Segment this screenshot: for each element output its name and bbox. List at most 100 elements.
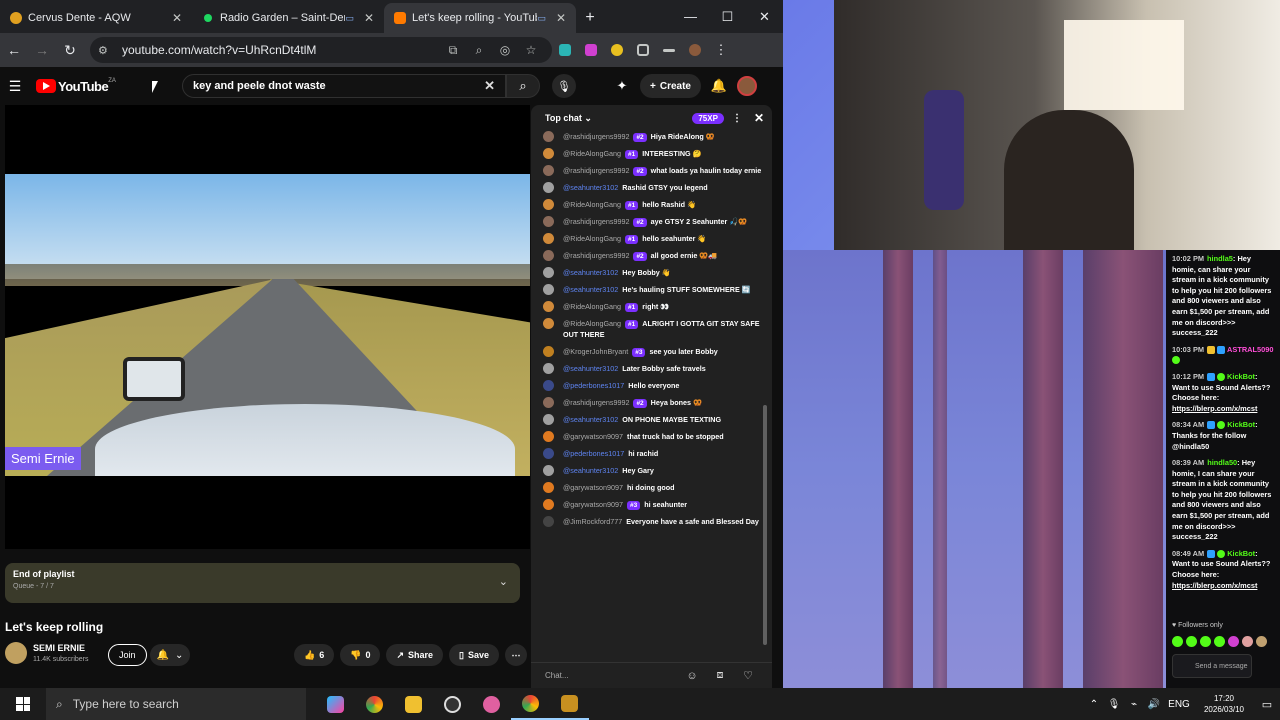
chat-message[interactable]: @seahunter3102 Rashid GTSY you legend bbox=[543, 182, 763, 193]
chat-avatar[interactable] bbox=[543, 267, 554, 278]
gift-icon[interactable]: ⧈ bbox=[706, 669, 734, 682]
chat-avatar[interactable] bbox=[543, 318, 554, 329]
profile-avatar[interactable] bbox=[682, 41, 708, 59]
chat-message[interactable]: @rashidjurgens9992 #2 Heya bones 🥨 bbox=[543, 397, 763, 408]
chat-author[interactable]: @garywatson9097 bbox=[563, 483, 623, 492]
extension-3-icon[interactable] bbox=[604, 41, 630, 59]
subscription-bell-button[interactable]: 🔔 ⌄ bbox=[150, 644, 190, 666]
search-input[interactable]: key and peele dnot waste ✕ bbox=[182, 74, 506, 98]
account-avatar[interactable] bbox=[736, 76, 757, 96]
network-icon[interactable]: ⌁ bbox=[1124, 699, 1144, 710]
chrome-app-icon[interactable] bbox=[355, 688, 394, 720]
reload-icon[interactable]: ↻ bbox=[56, 42, 84, 59]
clock[interactable]: 17:20 2026/03/10 bbox=[1194, 693, 1254, 715]
chat-message[interactable]: @KrogerJohnBryant #3 see you later Bobby bbox=[543, 346, 763, 357]
channel-avatar[interactable] bbox=[5, 642, 27, 664]
chat-author[interactable]: @RideAlongGang bbox=[563, 200, 621, 209]
chat-author[interactable]: @seahunter3102 bbox=[563, 268, 618, 277]
chrome-running-icon[interactable] bbox=[511, 688, 550, 720]
chat-message[interactable]: @RideAlongGang #1 ALRIGHT I GOTTA GIT STAY… bbox=[543, 318, 763, 340]
chat-avatar[interactable] bbox=[543, 131, 554, 142]
premium-icon[interactable]: ✦ bbox=[612, 78, 632, 94]
site-info-icon[interactable]: ⚙ bbox=[98, 44, 114, 57]
language-indicator[interactable]: ENG bbox=[1164, 699, 1194, 710]
search-query[interactable]: key and peele dnot waste bbox=[193, 80, 484, 92]
save-button[interactable]: ▯ Save bbox=[449, 644, 500, 666]
emoji-icon[interactable]: ☺ bbox=[678, 670, 706, 682]
chat-message[interactable]: @RideAlongGang #1 hello Rashid 👋 bbox=[543, 199, 763, 210]
chat-author[interactable]: @garywatson9097 bbox=[563, 500, 623, 509]
tab-radio-garden[interactable]: Radio Garden – Saint-Denis ▭ ✕ bbox=[192, 3, 384, 33]
emote-icon[interactable] bbox=[1256, 636, 1267, 647]
media-playing-icon[interactable]: ▭ bbox=[345, 13, 354, 24]
chat-author[interactable]: @RideAlongGang bbox=[563, 319, 621, 328]
chat-avatar[interactable] bbox=[543, 301, 554, 312]
snipping-tool-icon[interactable] bbox=[472, 688, 511, 720]
share-button[interactable]: ↗ Share bbox=[386, 644, 444, 666]
chat-avatar[interactable] bbox=[543, 516, 554, 527]
chat-author[interactable]: @KrogerJohnBryant bbox=[563, 347, 628, 356]
tray-overflow-icon[interactable]: ⌃ bbox=[1084, 699, 1104, 710]
kick-user[interactable]: hindla50 bbox=[1207, 458, 1237, 467]
close-chat-icon[interactable]: ✕ bbox=[754, 111, 764, 125]
kick-link[interactable]: https://blerp.com/x/mcst bbox=[1172, 581, 1257, 590]
chat-message[interactable]: @RideAlongGang #1 right 👀 bbox=[543, 301, 763, 312]
back-icon[interactable]: ← bbox=[0, 42, 28, 58]
chat-avatar[interactable] bbox=[543, 346, 554, 357]
kick-user[interactable]: KickBot bbox=[1227, 549, 1255, 558]
chat-message[interactable]: @seahunter3102 Hey Gary bbox=[543, 465, 763, 476]
chat-avatar[interactable] bbox=[543, 165, 554, 176]
chat-message[interactable]: @garywatson9097 #3 hi seahunter bbox=[543, 499, 763, 510]
chat-author[interactable]: @rashidjurgens9992 bbox=[563, 132, 629, 141]
hamburger-menu-icon[interactable]: ☰ bbox=[0, 78, 30, 95]
file-explorer-icon[interactable] bbox=[394, 688, 433, 720]
chat-input[interactable]: Chat... bbox=[545, 671, 678, 680]
chat-message[interactable]: @rashidjurgens9992 #2 Hiya RideAlong 🥨 bbox=[543, 131, 763, 142]
chat-author[interactable]: @rashidjurgens9992 bbox=[563, 398, 629, 407]
emote-icon[interactable] bbox=[1200, 636, 1211, 647]
clear-search-icon[interactable]: ✕ bbox=[484, 78, 495, 94]
volume-icon[interactable]: 🔊 bbox=[1144, 699, 1164, 710]
chat-avatar[interactable] bbox=[543, 148, 554, 159]
chat-message[interactable]: @rashidjurgens9992 #2 aye GTSY 2 Seahunter… bbox=[543, 216, 763, 227]
chat-author[interactable]: @pederbones1017 bbox=[563, 449, 624, 458]
chat-message[interactable]: @rashidjurgens9992 #2 what loads ya haulin… bbox=[543, 165, 763, 176]
emote-icon[interactable] bbox=[1228, 636, 1239, 647]
forward-icon[interactable]: → bbox=[28, 42, 56, 58]
chat-message[interactable]: @seahunter3102 ON PHONE MAYBE TEXTING bbox=[543, 414, 763, 425]
chat-author[interactable]: @seahunter3102 bbox=[563, 364, 618, 373]
taskbar-search-placeholder[interactable]: Type here to search bbox=[73, 697, 179, 711]
chat-message[interactable]: @seahunter3102 Hey Bobby 👋 bbox=[543, 267, 763, 278]
extension-1-icon[interactable] bbox=[552, 41, 578, 59]
microphone-icon[interactable]: 🎙 bbox=[1104, 699, 1124, 710]
chat-author[interactable]: @seahunter3102 bbox=[563, 285, 618, 294]
chat-avatar[interactable] bbox=[543, 216, 554, 227]
chat-avatar[interactable] bbox=[543, 448, 554, 459]
chat-avatar[interactable] bbox=[543, 363, 554, 374]
voice-search-button[interactable]: 🎙 bbox=[552, 74, 576, 98]
chat-message[interactable]: @pederbones1017 hi rachid bbox=[543, 448, 763, 459]
tab-close-icon[interactable]: ✕ bbox=[362, 11, 376, 25]
chat-message[interactable]: @seahunter3102 Later Bobby safe travels bbox=[543, 363, 763, 374]
join-button[interactable]: Join bbox=[108, 644, 147, 666]
taskbar-search[interactable]: ⌕ Type here to search bbox=[46, 688, 306, 720]
kick-user[interactable]: KickBot bbox=[1227, 372, 1255, 381]
chat-author[interactable]: @seahunter3102 bbox=[563, 183, 618, 192]
copilot-app-icon[interactable] bbox=[316, 688, 355, 720]
notifications-icon[interactable]: ▭ bbox=[1254, 698, 1280, 711]
chat-avatar[interactable] bbox=[543, 199, 554, 210]
chat-author[interactable]: @RideAlongGang bbox=[563, 302, 621, 311]
chat-author[interactable]: @garywatson9097 bbox=[563, 432, 623, 441]
chat-author[interactable]: @rashidjurgens9992 bbox=[563, 251, 629, 260]
chat-avatar[interactable] bbox=[543, 397, 554, 408]
emote-icon[interactable] bbox=[1214, 636, 1225, 647]
maximize-button[interactable]: ☐ bbox=[709, 0, 746, 33]
chat-avatar[interactable] bbox=[543, 284, 554, 295]
eye-off-icon[interactable]: ◎ bbox=[492, 43, 518, 57]
chat-message[interactable]: @garywatson9097 hi doing good bbox=[543, 482, 763, 493]
extensions-puzzle-icon[interactable] bbox=[630, 41, 656, 59]
game-app-icon[interactable] bbox=[550, 688, 589, 720]
menu-kebab-icon[interactable]: ⋮ bbox=[708, 41, 734, 59]
close-button[interactable]: ✕ bbox=[746, 0, 783, 33]
chevron-down-icon[interactable]: ⌄ bbox=[499, 575, 508, 588]
